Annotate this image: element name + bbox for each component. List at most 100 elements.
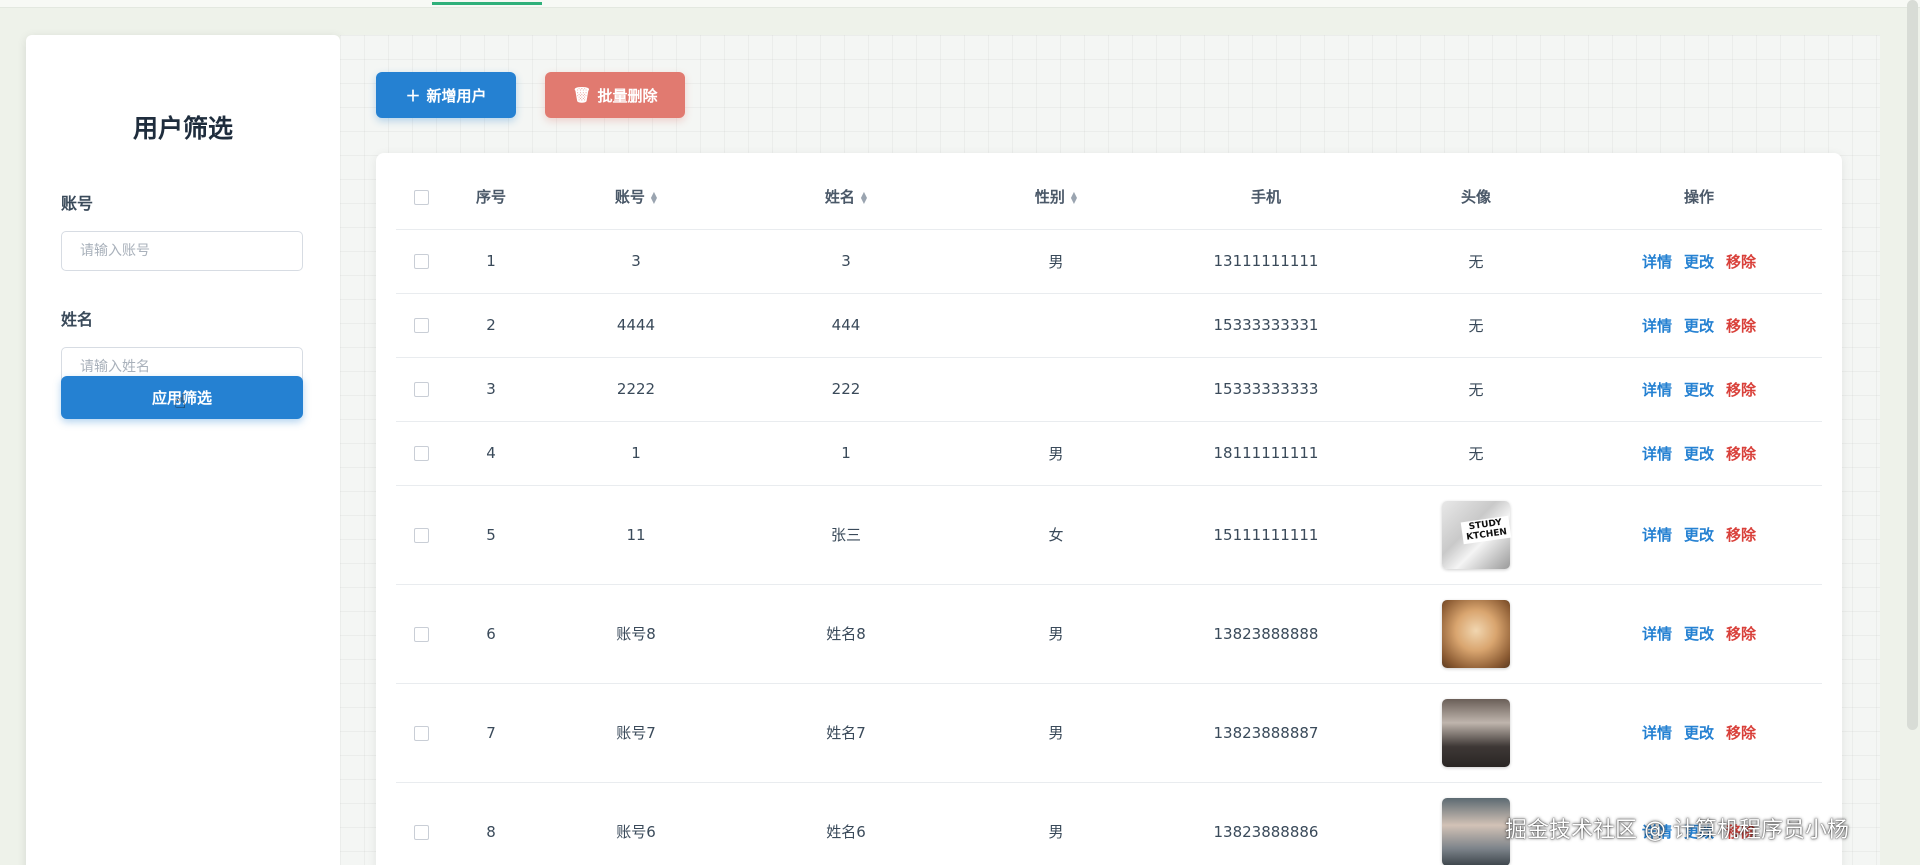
detail-link[interactable]: 详情 — [1642, 526, 1672, 544]
edit-link[interactable]: 更改 — [1684, 625, 1714, 643]
cell-account: 账号6 — [536, 782, 736, 865]
top-tab-strip — [0, 0, 1920, 8]
row-checkbox[interactable] — [413, 626, 429, 642]
filter-title: 用户筛选 — [132, 114, 233, 143]
pointer-cursor-icon: ☝ — [174, 389, 187, 413]
cell-phone: 15333333331 — [1156, 293, 1376, 358]
table-row: 7 账号7 姓名7 男 13823888887 详情 更改 移除 — [396, 683, 1822, 783]
cell-name: 张三 — [736, 485, 956, 585]
cell-index: 8 — [446, 782, 536, 865]
detail-link[interactable]: 详情 — [1642, 724, 1672, 742]
header-account[interactable]: 账号 ▲ ▼ — [536, 165, 736, 230]
row-checkbox[interactable] — [413, 382, 429, 397]
remove-link[interactable]: 移除 — [1726, 253, 1756, 271]
cell-account: 账号7 — [536, 683, 736, 783]
row-checkbox[interactable] — [413, 824, 429, 840]
detail-link[interactable]: 详情 — [1642, 381, 1672, 399]
cell-phone: 15333333333 — [1156, 357, 1376, 422]
select-all-checkbox[interactable] — [413, 189, 429, 205]
edit-link[interactable]: 更改 — [1684, 526, 1714, 544]
cell-avatar — [1376, 683, 1576, 783]
avatar-image-text: STUDY KTCHEN — [1460, 515, 1512, 544]
cell-phone: 13823888886 — [1156, 782, 1376, 865]
add-user-button[interactable]: ＋ 新增用户 — [376, 72, 516, 118]
cell-name: 3 — [736, 229, 956, 294]
detail-link[interactable]: 详情 — [1642, 317, 1672, 335]
filter-sidebar: 用户筛选 账号 姓名 应用筛选 ☝ — [26, 35, 340, 865]
user-table: 序号 账号 ▲ ▼ 姓名 ▲ ▼ 性别 ▲ ▼ 手机 头像 操作 1 3 3 男 13111… — [396, 165, 1822, 865]
detail-link[interactable]: 详情 — [1642, 445, 1672, 463]
header-index: 序号 — [446, 165, 536, 230]
edit-link[interactable]: 更改 — [1684, 445, 1714, 463]
cell-actions: 详情 更改 移除 — [1576, 357, 1822, 422]
active-tab-indicator — [432, 2, 542, 5]
sort-icon[interactable]: ▲ ▼ — [1071, 190, 1077, 204]
table-row: 4 1 1 男 18111111111 无 详情 更改 移除 — [396, 421, 1822, 486]
cell-gender — [956, 357, 1156, 422]
row-select-cell — [396, 584, 446, 684]
cell-name: 姓名8 — [736, 584, 956, 684]
plus-icon: ＋ — [405, 86, 421, 105]
table-row: 2 4444 444 15333333331 无 详情 更改 移除 — [396, 293, 1822, 358]
cell-actions: 详情 更改 移除 — [1576, 584, 1822, 684]
remove-link[interactable]: 移除 — [1726, 625, 1756, 643]
cell-actions: 详情 更改 移除 — [1576, 229, 1822, 294]
row-checkbox[interactable] — [413, 318, 429, 333]
cell-index: 4 — [446, 421, 536, 486]
cell-gender: 男 — [956, 229, 1156, 294]
header-gender[interactable]: 性别 ▲ ▼ — [956, 165, 1156, 230]
cell-name: 1 — [736, 421, 956, 486]
edit-link[interactable]: 更改 — [1684, 724, 1714, 742]
watermark-text: 掘金技术社区 @ 计算机程序员小杨 — [1505, 818, 1849, 843]
main-content: ＋ 新增用户 🗑 批量删除 序号 账号 ▲ ▼ 姓名 ▲ ▼ 性别 ▲ ▼ 手机 头像 操作 — [340, 35, 1880, 865]
edit-link[interactable]: 更改 — [1684, 381, 1714, 399]
cell-name: 姓名6 — [736, 782, 956, 865]
table-row: 5 11 张三 女 15111111111 STUDY KTCHEN 详情 更改移… — [396, 485, 1822, 585]
cell-index: 7 — [446, 683, 536, 783]
sort-icon[interactable]: ▲ ▼ — [861, 190, 867, 204]
header-name-label: 姓名 — [824, 188, 855, 207]
cell-actions: 详情 更改 移除 — [1576, 293, 1822, 358]
header-phone: 手机 — [1156, 165, 1376, 230]
remove-link[interactable]: 移除 — [1726, 445, 1756, 463]
remove-link[interactable]: 移除 — [1726, 381, 1756, 399]
batch-delete-button[interactable]: 🗑 批量删除 — [545, 72, 685, 118]
cell-index: 6 — [446, 584, 536, 684]
cell-account: 4444 — [536, 293, 736, 358]
cell-phone: 13823888888 — [1156, 584, 1376, 684]
edit-link[interactable]: 更改 — [1684, 253, 1714, 271]
cell-name: 姓名7 — [736, 683, 956, 783]
cell-avatar — [1376, 584, 1576, 684]
detail-link[interactable]: 详情 — [1642, 253, 1672, 271]
sort-icon[interactable]: ▲ ▼ — [651, 190, 657, 204]
remove-link[interactable]: 移除 — [1726, 526, 1756, 544]
avatar-image: STUDY KTCHEN — [1442, 500, 1512, 569]
cell-gender: 男 — [956, 782, 1156, 865]
remove-link[interactable]: 移除 — [1726, 317, 1756, 335]
account-input[interactable] — [61, 231, 303, 271]
cell-name: 222 — [736, 357, 956, 422]
cell-account: 11 — [536, 485, 736, 585]
row-select-cell — [396, 293, 446, 358]
row-checkbox[interactable] — [413, 446, 429, 461]
table-row: 1 3 3 男 13111111111 无 详情 更改 移除 — [396, 229, 1822, 294]
row-checkbox[interactable] — [413, 527, 429, 543]
header-gender-label: 性别 — [1034, 188, 1065, 207]
row-checkbox[interactable] — [413, 725, 429, 741]
cell-gender: 男 — [956, 683, 1156, 783]
remove-link[interactable]: 移除 — [1726, 724, 1756, 742]
cell-gender — [956, 293, 1156, 358]
table-header-row: 序号 账号 ▲ ▼ 姓名 ▲ ▼ 性别 ▲ ▼ 手机 头像 操作 — [396, 165, 1822, 230]
cell-avatar: 无 — [1376, 293, 1576, 358]
cell-name: 444 — [736, 293, 956, 358]
row-select-cell — [396, 683, 446, 783]
row-select-cell — [396, 421, 446, 486]
edit-link[interactable]: 更改 — [1684, 317, 1714, 335]
cell-actions: 详情 更改 移除 — [1576, 485, 1822, 585]
cell-index: 1 — [446, 229, 536, 294]
detail-link[interactable]: 详情 — [1642, 625, 1672, 643]
header-name[interactable]: 姓名 ▲ ▼ — [736, 165, 956, 230]
row-checkbox[interactable] — [413, 254, 429, 269]
cell-phone: 13823888887 — [1156, 683, 1376, 783]
page-scrollbar[interactable] — [1907, 0, 1918, 730]
